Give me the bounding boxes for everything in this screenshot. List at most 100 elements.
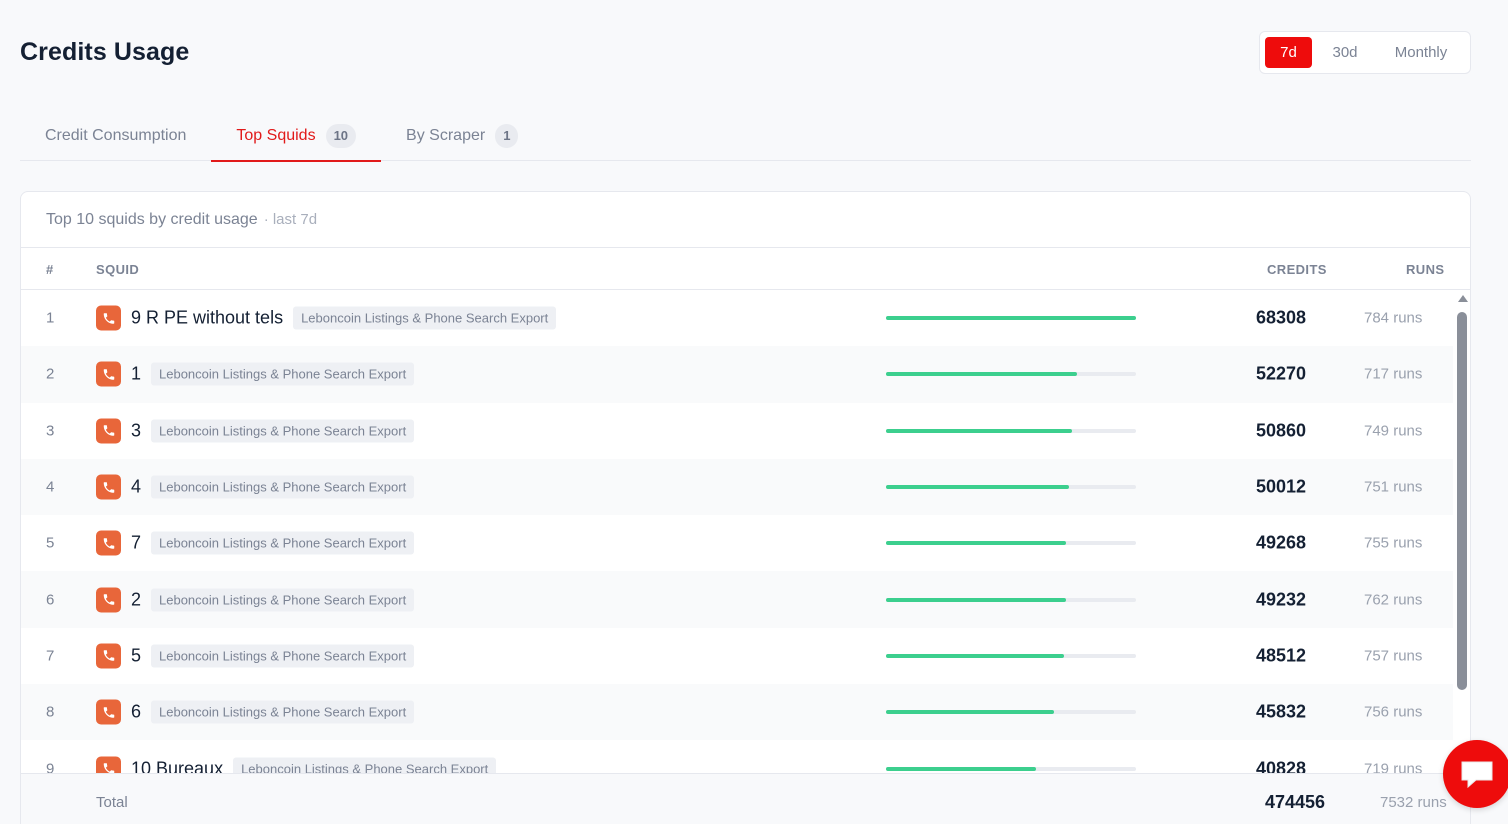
squid-name[interactable]: 9 R PE without tels <box>131 308 283 329</box>
table-header: # SQUID CREDITS RUNS <box>21 248 1470 290</box>
phone-icon <box>96 305 121 331</box>
squid-name-group: 9 R PE without tels Leboncoin Listings & … <box>131 306 557 330</box>
tab-bar: Credit Consumption Top Squids 10 By Scra… <box>20 110 1471 162</box>
row-credits: 48512 <box>1256 645 1307 666</box>
credits-usage-page: Credits Usage 7d 30d Monthly Credit Cons… <box>0 0 1508 824</box>
usage-bar-fill <box>886 597 1067 602</box>
table-row[interactable]: 9 10 Bureaux Leboncoin Listings & Phone Se… <box>21 740 1453 774</box>
phone-icon <box>96 756 121 774</box>
table-row[interactable]: 8 6 Leboncoin Listings & Phone Search Expo… <box>21 684 1453 741</box>
table-row[interactable]: 3 3 Leboncoin Listings & Phone Search Expo… <box>21 403 1453 459</box>
top-squids-card: Top 10 squids by credit usage · last 7d … <box>20 191 1471 824</box>
usage-bar-fill <box>886 653 1064 658</box>
table-row[interactable]: 5 7 Leboncoin Listings & Phone Search Expo… <box>21 515 1453 571</box>
row-runs: 784 runs <box>1364 309 1423 327</box>
range-7d-button[interactable]: 7d <box>1265 37 1312 68</box>
squid-name[interactable]: 3 <box>131 420 141 441</box>
row-credits: 50860 <box>1256 420 1307 441</box>
table-row[interactable]: 4 4 Leboncoin Listings & Phone Search Expo… <box>21 458 1453 516</box>
scroll-up-arrow[interactable] <box>1458 295 1468 302</box>
card-header: Top 10 squids by credit usage · last 7d <box>21 192 1470 248</box>
row-runs: 749 runs <box>1364 422 1423 440</box>
phone-icon <box>96 418 121 444</box>
scraper-tag: Leboncoin Listings & Phone Search Export <box>233 757 497 774</box>
phone-icon <box>96 530 121 556</box>
tab-by-scraper[interactable]: By Scraper 1 <box>381 110 543 161</box>
squid-name-group: 10 Bureaux Leboncoin Listings & Phone Sea… <box>131 757 497 774</box>
scrollbar-thumb[interactable] <box>1457 312 1467 690</box>
squid-name[interactable]: 4 <box>131 477 141 498</box>
tab-top-squids[interactable]: Top Squids 10 <box>211 110 381 162</box>
squid-name-group: 7 Leboncoin Listings & Phone Search Expor… <box>131 531 415 555</box>
row-rank: 3 <box>46 422 55 440</box>
squid-name-group: 5 Leboncoin Listings & Phone Search Expor… <box>131 644 415 668</box>
table-row[interactable]: 6 2 Leboncoin Listings & Phone Search Expo… <box>21 571 1453 628</box>
scraper-tag: Leboncoin Listings & Phone Search Export <box>151 700 415 724</box>
tab-credit-consumption[interactable]: Credit Consumption <box>20 110 211 161</box>
usage-bar <box>886 766 1136 771</box>
table-row[interactable]: 1 9 R PE without tels Leboncoin Listings &… <box>21 290 1453 346</box>
scraper-tag: Leboncoin Listings & Phone Search Export <box>151 531 415 555</box>
page-title: Credits Usage <box>20 38 190 66</box>
card-title: Top 10 squids by credit usage <box>46 210 258 228</box>
row-runs: 751 runs <box>1364 478 1423 496</box>
table-row[interactable]: 2 1 Leboncoin Listings & Phone Search Expo… <box>21 346 1453 403</box>
row-runs: 756 runs <box>1364 703 1423 721</box>
range-monthly-button[interactable]: Monthly <box>1378 37 1464 68</box>
chat-button[interactable] <box>1443 740 1508 808</box>
usage-bar-fill <box>886 541 1067 546</box>
squid-name-group: 3 Leboncoin Listings & Phone Search Expor… <box>131 419 415 443</box>
usage-bar <box>886 316 1136 321</box>
squid-name[interactable]: 1 <box>131 364 141 385</box>
scraper-tag: Leboncoin Listings & Phone Search Export <box>293 306 557 330</box>
chat-icon <box>1461 761 1493 789</box>
usage-bar <box>886 653 1136 658</box>
scraper-tag: Leboncoin Listings & Phone Search Export <box>151 362 415 386</box>
usage-bar <box>886 597 1136 602</box>
row-rank: 7 <box>46 647 55 665</box>
row-runs: 755 runs <box>1364 534 1423 552</box>
column-header-squid: SQUID <box>96 262 140 277</box>
table-footer: Total 474456 7532 runs <box>21 773 1470 824</box>
row-credits: 68308 <box>1256 307 1307 328</box>
squid-name[interactable]: 10 Bureaux <box>131 758 223 774</box>
scraper-tag: Leboncoin Listings & Phone Search Export <box>151 588 415 612</box>
row-credits: 50012 <box>1256 476 1307 497</box>
row-runs: 717 runs <box>1364 365 1423 383</box>
squid-name[interactable]: 2 <box>131 589 141 610</box>
scraper-tag: Leboncoin Listings & Phone Search Export <box>151 644 415 668</box>
usage-bar <box>886 710 1136 715</box>
squid-name-group: 2 Leboncoin Listings & Phone Search Expor… <box>131 588 415 612</box>
column-header-credits: CREDITS <box>1267 262 1327 277</box>
row-runs: 762 runs <box>1364 591 1423 609</box>
row-rank: 6 <box>46 591 55 609</box>
phone-icon <box>96 361 121 387</box>
phone-icon <box>96 587 121 613</box>
tab-label: Credit Consumption <box>45 126 187 144</box>
row-rank: 9 <box>46 760 55 774</box>
usage-bar-fill <box>886 372 1078 377</box>
range-30d-button[interactable]: 30d <box>1316 37 1374 68</box>
scrollbar[interactable] <box>1453 290 1470 774</box>
total-credits: 474456 <box>1265 792 1326 812</box>
row-credits: 49268 <box>1256 532 1307 553</box>
usage-bar-fill <box>886 710 1054 715</box>
total-runs: 7532 runs <box>1380 794 1447 811</box>
usage-bar-fill <box>886 428 1073 433</box>
tab-count-badge: 1 <box>495 123 519 148</box>
scraper-tag: Leboncoin Listings & Phone Search Export <box>151 419 415 443</box>
row-credits: 45832 <box>1256 701 1307 722</box>
row-credits: 40828 <box>1256 758 1307 774</box>
row-rank: 2 <box>46 365 55 383</box>
squid-name-group: 4 Leboncoin Listings & Phone Search Expor… <box>131 475 415 499</box>
row-rank: 8 <box>46 703 55 721</box>
row-credits: 52270 <box>1256 363 1307 384</box>
squid-name[interactable]: 7 <box>131 533 141 554</box>
squid-name[interactable]: 5 <box>131 645 141 666</box>
tab-label: By Scraper <box>406 126 486 144</box>
column-header-runs: RUNS <box>1406 262 1445 277</box>
usage-bar <box>886 485 1136 490</box>
squid-name[interactable]: 6 <box>131 702 141 723</box>
row-runs: 719 runs <box>1364 760 1423 774</box>
table-row[interactable]: 7 5 Leboncoin Listings & Phone Search Expo… <box>21 628 1453 684</box>
